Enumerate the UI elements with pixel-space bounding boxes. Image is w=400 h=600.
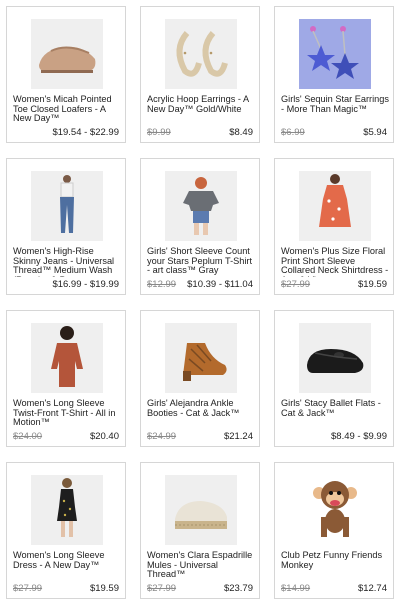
sale-price: $8.49 xyxy=(229,127,253,138)
price-row: $24.99 $21.24 xyxy=(147,431,253,442)
product-title[interactable]: Club Petz Funny Friends Monkey xyxy=(281,551,389,570)
sale-price: $19.54 - $22.99 xyxy=(52,127,119,138)
price-row: $19.54 - $22.99 xyxy=(13,127,119,138)
product-card[interactable]: Women's Long Sleeve Dress - A New Day™ $… xyxy=(6,462,126,599)
dress-icon xyxy=(299,171,371,241)
product-card[interactable]: Women's High-Rise Skinny Jeans - Univers… xyxy=(6,158,126,295)
loafer-icon xyxy=(31,19,103,89)
price-row: $14.99 $12.74 xyxy=(281,583,387,594)
product-title[interactable]: Girls' Short Sleeve Count your Stars Pep… xyxy=(147,247,255,276)
sale-price: $10.39 - $11.04 xyxy=(187,279,253,290)
sale-price: $23.79 xyxy=(223,583,253,594)
hoop-earrings-icon xyxy=(165,19,237,89)
sale-price: $19.59 xyxy=(89,583,119,594)
product-title[interactable]: Women's Clara Espadrille Mules - Univers… xyxy=(147,551,255,580)
price-row: $27.99 $23.79 xyxy=(147,583,253,594)
price-row: $9.99 $8.49 xyxy=(147,127,253,138)
product-title[interactable]: Girls' Stacy Ballet Flats - Cat & Jack™ xyxy=(281,399,389,418)
product-card[interactable]: Girls' Stacy Ballet Flats - Cat & Jack™ … xyxy=(274,310,394,447)
star-earrings-icon xyxy=(299,19,371,89)
product-title[interactable]: Acrylic Hoop Earrings - A New Day™ Gold/… xyxy=(147,95,255,114)
original-price: $27.99 xyxy=(147,583,177,594)
sale-price: $19.59 xyxy=(357,279,387,290)
bootie-icon xyxy=(165,323,237,393)
original-price: $27.99 xyxy=(281,279,311,290)
original-price: $9.99 xyxy=(147,127,171,138)
product-card[interactable]: Women's Clara Espadrille Mules - Univers… xyxy=(140,462,260,599)
sale-price: $5.94 xyxy=(363,127,387,138)
ballet-flat-icon xyxy=(299,323,371,393)
product-card[interactable]: Women's Long Sleeve Twist-Front T-Shirt … xyxy=(6,310,126,447)
price-row: $24.00 $20.40 xyxy=(13,431,119,442)
black-dress-icon xyxy=(31,475,103,545)
tshirt-icon xyxy=(165,171,237,241)
sale-price: $21.24 xyxy=(223,431,253,442)
product-title[interactable]: Women's Long Sleeve Dress - A New Day™ xyxy=(13,551,121,570)
product-card[interactable]: Girls' Sequin Star Earrings - More Than … xyxy=(274,6,394,143)
price-row: $27.99 $19.59 xyxy=(281,279,387,290)
original-price: $24.99 xyxy=(147,431,177,442)
product-card[interactable]: Girls' Short Sleeve Count your Stars Pep… xyxy=(140,158,260,295)
product-title[interactable]: Women's Long Sleeve Twist-Front T-Shirt … xyxy=(13,399,121,428)
mule-icon xyxy=(165,475,237,545)
original-price: $14.99 xyxy=(281,583,311,594)
price-row: $16.99 - $19.99 xyxy=(13,279,119,290)
original-price: $27.99 xyxy=(13,583,43,594)
original-price: $6.99 xyxy=(281,127,305,138)
product-title[interactable]: Girls' Alejandra Ankle Booties - Cat & J… xyxy=(147,399,255,418)
product-title[interactable]: Women's High-Rise Skinny Jeans - Univers… xyxy=(13,247,121,277)
product-title[interactable]: Girls' Sequin Star Earrings - More Than … xyxy=(281,95,389,114)
monkey-toy-icon xyxy=(299,475,371,545)
sale-price: $16.99 - $19.99 xyxy=(52,279,119,290)
long-sleeve-shirt-icon xyxy=(31,323,103,393)
product-title[interactable]: Women's Plus Size Floral Print Short Sle… xyxy=(281,247,389,277)
product-card[interactable]: Acrylic Hoop Earrings - A New Day™ Gold/… xyxy=(140,6,260,143)
product-card[interactable]: Women's Micah Pointed Toe Closed Loafers… xyxy=(6,6,126,143)
price-row: $6.99 $5.94 xyxy=(281,127,387,138)
sale-price: $12.74 xyxy=(357,583,387,594)
original-price: $12.99 xyxy=(147,279,177,290)
sale-price: $20.40 xyxy=(89,431,119,442)
jeans-icon xyxy=(31,171,103,241)
product-card[interactable]: Club Petz Funny Friends Monkey $14.99 $1… xyxy=(274,462,394,599)
price-row: $8.49 - $9.99 xyxy=(281,431,387,442)
product-title[interactable]: Women's Micah Pointed Toe Closed Loafers… xyxy=(13,95,121,124)
price-row: $12.99 $10.39 - $11.04 xyxy=(147,279,253,290)
product-card[interactable]: Women's Plus Size Floral Print Short Sle… xyxy=(274,158,394,295)
product-card[interactable]: Girls' Alejandra Ankle Booties - Cat & J… xyxy=(140,310,260,447)
product-grid: Women's Micah Pointed Toe Closed Loafers… xyxy=(0,0,400,600)
price-row: $27.99 $19.59 xyxy=(13,583,119,594)
sale-price: $8.49 - $9.99 xyxy=(331,431,387,442)
original-price: $24.00 xyxy=(13,431,43,442)
